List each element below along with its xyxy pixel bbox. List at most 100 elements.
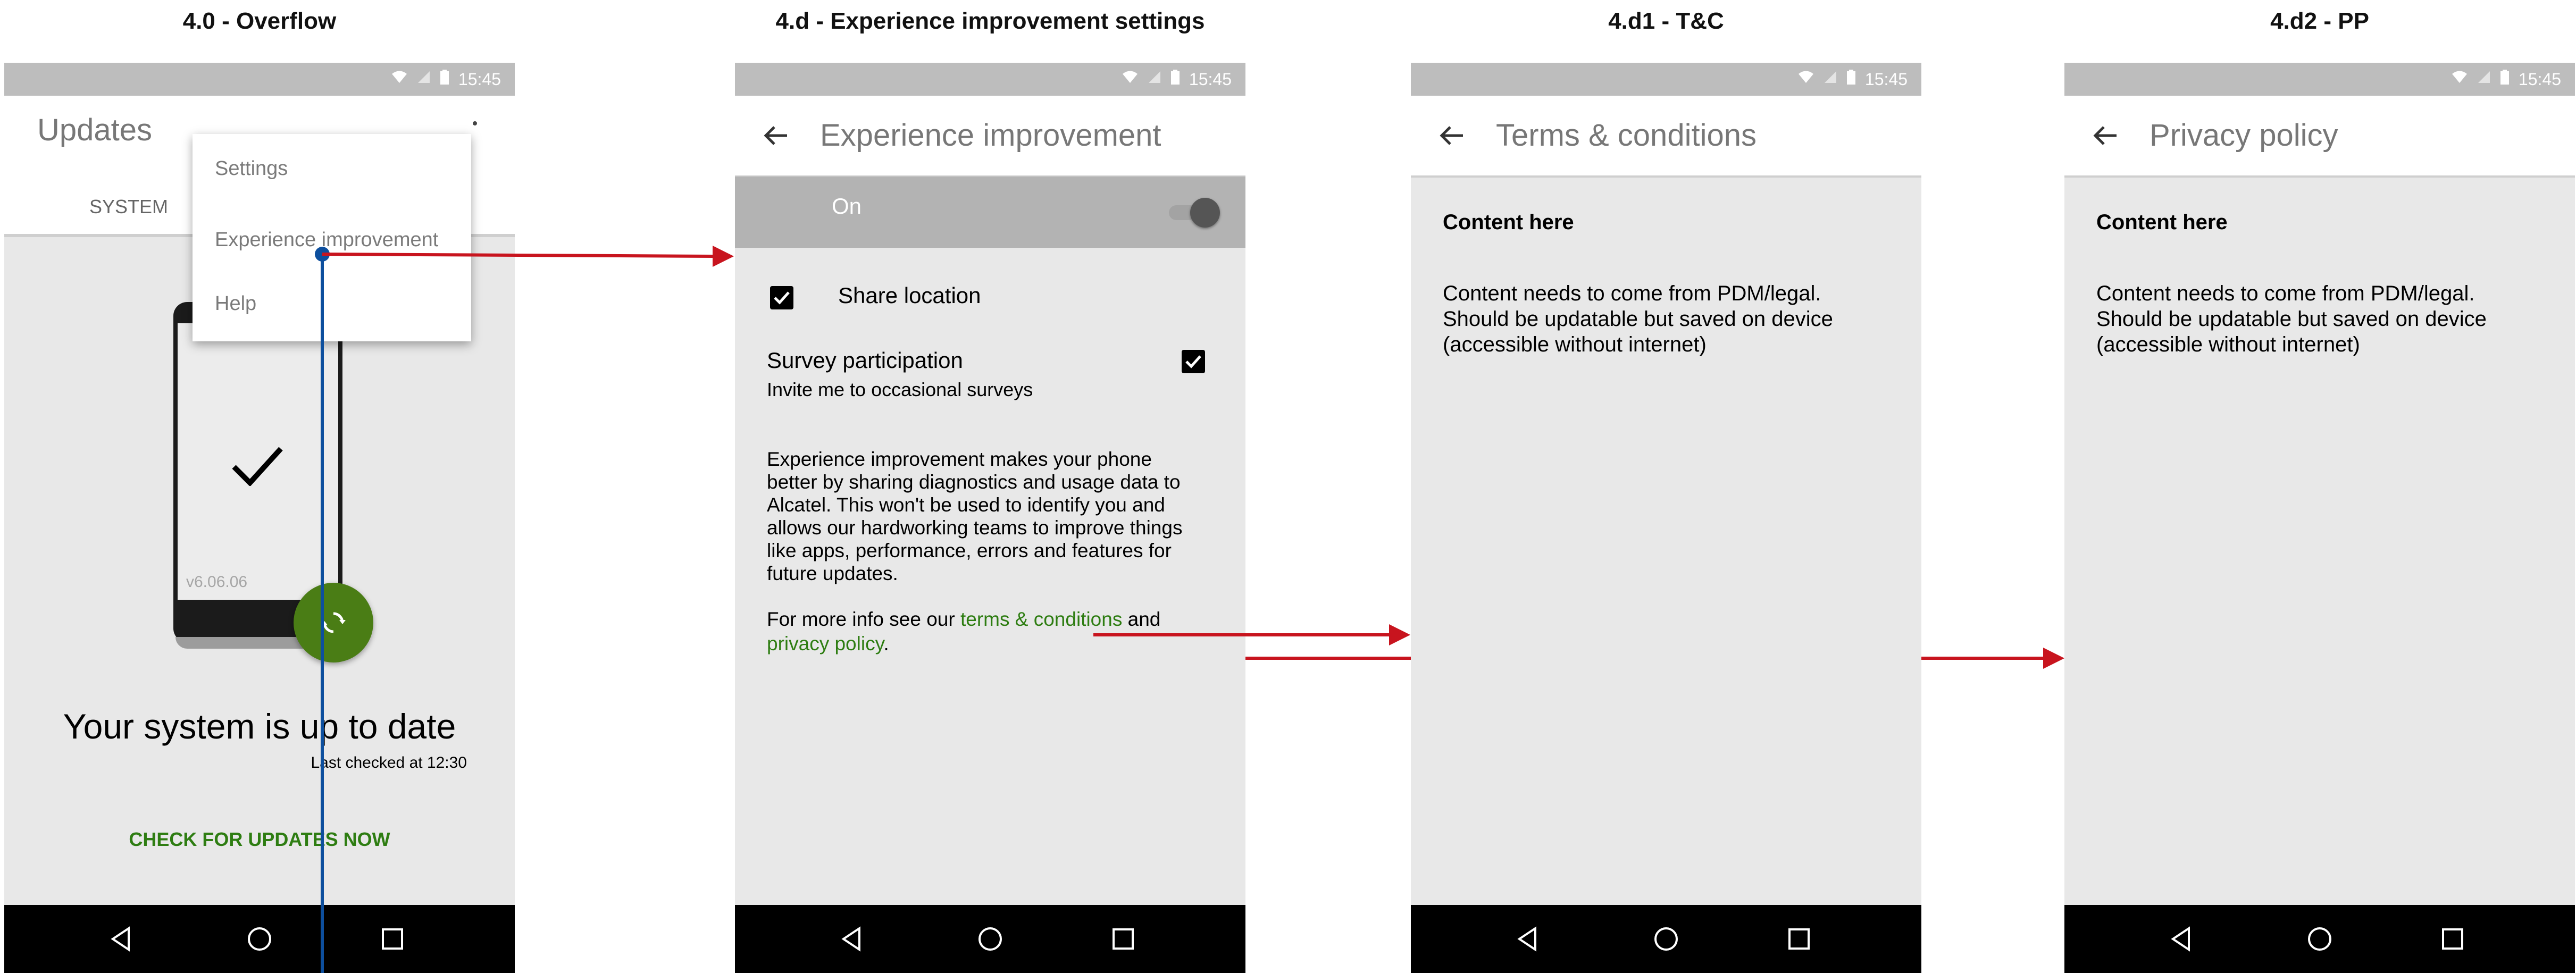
- description-line: allows our hardworking teams to improve …: [767, 517, 1183, 539]
- share-location-label: Share location: [838, 283, 981, 308]
- description-line: future updates.: [767, 563, 898, 584]
- back-arrow-icon[interactable]: [760, 120, 792, 152]
- description-line: Experience improvement makes your phone: [767, 448, 1152, 470]
- wifi-icon: [2452, 70, 2468, 88]
- nav-bar: [1411, 905, 1921, 973]
- flow-arrowhead-to-experience: [713, 246, 734, 267]
- privacy-link[interactable]: privacy policy: [767, 633, 883, 655]
- signal-icon: [1824, 70, 1837, 88]
- content-heading: Content here: [1443, 211, 1574, 234]
- more-info-prefix: For more info see our: [767, 608, 960, 630]
- back-arrow-icon[interactable]: [2090, 120, 2122, 152]
- home-nav-icon[interactable]: [1650, 923, 1682, 955]
- status-bar: 15:45: [4, 63, 515, 96]
- wifi-icon: [1798, 70, 1814, 88]
- recents-nav-icon[interactable]: [2437, 923, 2469, 955]
- period-text: .: [883, 633, 889, 655]
- content-heading: Content here: [2096, 211, 2228, 234]
- status-time: 15:45: [2518, 69, 2561, 89]
- content-body: Content needs to come from PDM/legal. Sh…: [2096, 281, 2487, 357]
- flow-arrowhead-to-privacy: [2043, 648, 2064, 669]
- tab-system[interactable]: SYSTEM: [89, 196, 168, 218]
- last-checked-label: Last checked at 12:30: [311, 754, 467, 771]
- battery-icon: [2500, 70, 2509, 89]
- survey-subtitle: Invite me to occasional surveys: [767, 379, 1033, 400]
- content-line: (accessible without internet): [2096, 333, 2360, 356]
- status-bar: 15:45: [1411, 63, 1921, 96]
- toggle-thumb: [1190, 198, 1220, 228]
- phone-privacy: 15:45 Privacy policy Content here Conten…: [2064, 63, 2575, 973]
- survey-title: Survey participation: [767, 348, 963, 373]
- home-nav-icon[interactable]: [2304, 923, 2336, 955]
- page-title: Terms & conditions: [1496, 118, 1757, 153]
- refresh-fab[interactable]: [294, 583, 373, 662]
- back-nav-icon[interactable]: [1512, 923, 1544, 955]
- status-bar: 15:45: [735, 63, 1245, 96]
- checkmark-icon: [232, 446, 283, 489]
- master-toggle-row[interactable]: On: [735, 177, 1245, 248]
- wifi-icon: [1122, 70, 1138, 88]
- content-line: Content needs to come from PDM/legal.: [2096, 282, 2475, 305]
- app-bar: Privacy policy: [2064, 96, 2575, 178]
- content-line: Should be updatable but saved on device: [1443, 307, 1833, 331]
- phone-terms: 15:45 Terms & conditions Content here Co…: [1411, 63, 1921, 973]
- battery-icon: [1846, 70, 1855, 89]
- description-line: like apps, performance, errors and featu…: [767, 540, 1172, 561]
- version-label: v6.06.06: [186, 573, 248, 591]
- battery-icon: [1170, 70, 1180, 89]
- content-line: Content needs to come from PDM/legal.: [1443, 282, 1821, 305]
- wifi-icon: [391, 70, 407, 88]
- overflow-menu-icon[interactable]: [472, 121, 478, 137]
- survey-checkbox[interactable]: [1182, 350, 1205, 373]
- toggle-switch[interactable]: [1169, 198, 1220, 228]
- signal-icon: [1148, 70, 1161, 88]
- and-text: and: [1122, 608, 1161, 630]
- home-nav-icon[interactable]: [244, 923, 275, 955]
- content-line: (accessible without internet): [1443, 333, 1707, 356]
- status-time: 15:45: [1189, 69, 1232, 89]
- recents-nav-icon[interactable]: [1783, 923, 1815, 955]
- refresh-icon: [320, 609, 347, 639]
- battery-icon: [440, 70, 449, 89]
- more-info-text: For more info see our terms & conditions…: [767, 607, 1160, 656]
- system-status-title: Your system is up to date: [63, 707, 456, 746]
- nav-bar: [4, 905, 515, 973]
- status-bar: 15:45: [2064, 63, 2575, 96]
- status-time: 15:45: [458, 69, 501, 89]
- screen-title-experience: 4.d - Experience improvement settings: [775, 8, 1205, 34]
- back-nav-icon[interactable]: [2165, 923, 2197, 955]
- toggle-label: On: [832, 194, 862, 219]
- overflow-menu: Settings Experience improvement Help: [193, 134, 471, 341]
- screen-title-privacy: 4.d2 - PP: [2270, 8, 2369, 34]
- screen-title-terms: 4.d1 - T&C: [1608, 8, 1724, 34]
- signal-icon: [417, 70, 431, 88]
- share-location-checkbox[interactable]: [770, 286, 793, 309]
- page-title: Updates: [37, 113, 153, 147]
- menu-item-help[interactable]: Help: [215, 292, 256, 315]
- signal-icon: [2477, 70, 2491, 88]
- home-nav-icon[interactable]: [974, 923, 1006, 955]
- menu-item-experience-improvement[interactable]: Experience improvement: [215, 229, 438, 251]
- screen-title-overflow: 4.0 - Overflow: [182, 8, 337, 34]
- back-arrow-icon[interactable]: [1436, 120, 1468, 152]
- check-updates-button[interactable]: CHECK FOR UPDATES NOW: [4, 828, 515, 851]
- back-nav-icon[interactable]: [836, 923, 868, 955]
- phone-overflow: 15:45 Updates SYSTEM v6.06.06 Your syste…: [4, 63, 515, 973]
- app-bar: Terms & conditions: [1411, 96, 1921, 178]
- page-title: Experience improvement: [820, 118, 1161, 153]
- nav-bar: [2064, 905, 2575, 973]
- description-line: better by sharing diagnostics and usage …: [767, 471, 1181, 493]
- page-title: Privacy policy: [2150, 118, 2338, 153]
- content-line: Should be updatable but saved on device: [2096, 307, 2487, 331]
- menu-item-settings[interactable]: Settings: [215, 157, 288, 180]
- phone-experience: 15:45 Experience improvement On Share lo…: [735, 63, 1245, 973]
- description-line: Alcatel. This won't be used to identify …: [767, 494, 1165, 516]
- description-text: Experience improvement makes your phone …: [767, 448, 1182, 585]
- recents-nav-icon[interactable]: [377, 923, 408, 955]
- status-time: 15:45: [1864, 69, 1908, 89]
- back-nav-icon[interactable]: [105, 923, 137, 955]
- recents-nav-icon[interactable]: [1107, 923, 1139, 955]
- terms-link[interactable]: terms & conditions: [960, 608, 1122, 630]
- nav-bar: [735, 905, 1245, 973]
- app-bar: Experience improvement: [735, 96, 1245, 178]
